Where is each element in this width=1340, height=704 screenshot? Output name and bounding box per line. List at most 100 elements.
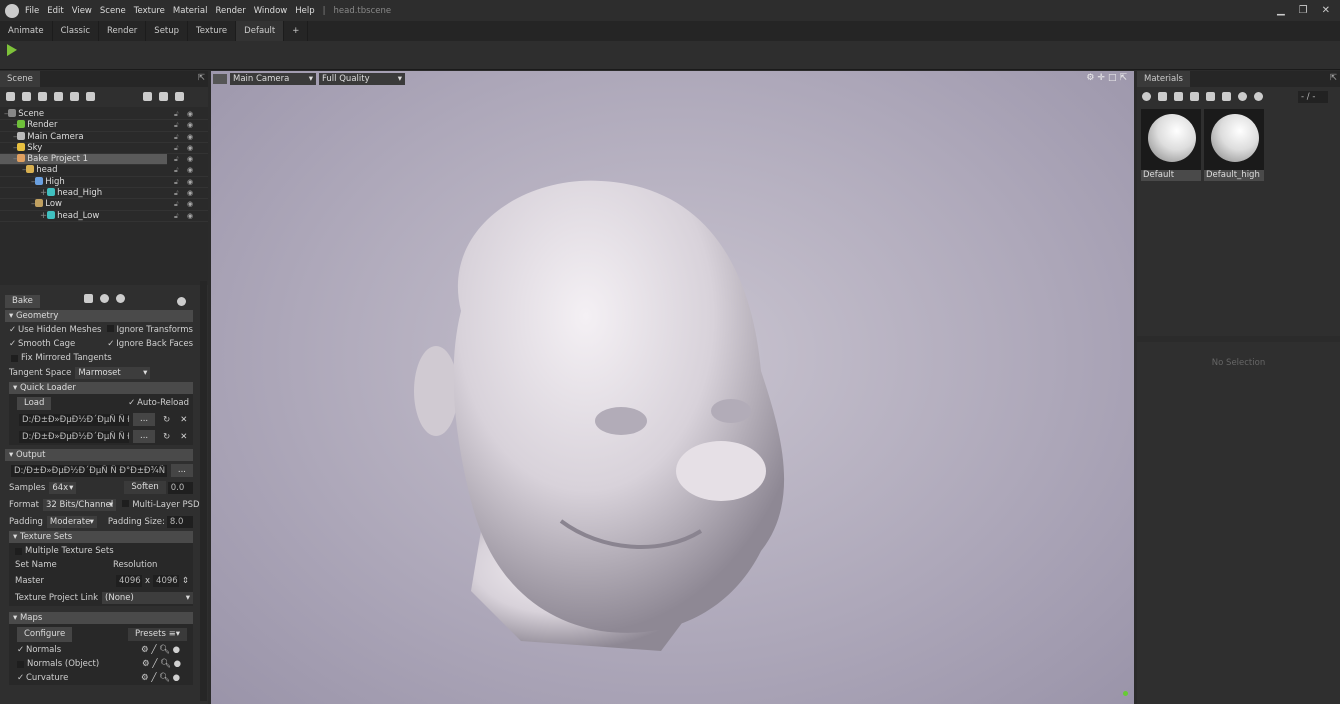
- lock-icon[interactable]: 🔓︎: [174, 177, 179, 188]
- output-path-field[interactable]: D:/Ð±Ð»ÐµÐ½Ð´ÐµÑ Ñ Ð°Ð±Ð¾Ñ Ñ: [11, 464, 167, 477]
- popout-icon[interactable]: ⇱: [1330, 73, 1337, 83]
- configure-button[interactable]: Configure: [17, 626, 73, 642]
- add-material-icon[interactable]: [1142, 92, 1151, 101]
- padding-size-field[interactable]: 8.0: [166, 515, 193, 528]
- gear-icon[interactable]: ⚙: [141, 671, 149, 685]
- duplicate-material-icon[interactable]: [1158, 92, 1167, 101]
- low-path-field[interactable]: D:/Ð±Ð»ÐµÐ½Ð´ÐµÑ Ñ Ð°: [19, 430, 129, 443]
- material-thumbnail[interactable]: Default: [1141, 109, 1201, 181]
- assign-icon[interactable]: [1238, 92, 1247, 101]
- search-icon[interactable]: 🔍︎: [160, 657, 171, 671]
- smooth-cage-checkbox[interactable]: ✓ Smooth Cage: [9, 337, 107, 351]
- visibility-icon[interactable]: ◉: [187, 143, 193, 154]
- tree-item[interactable]: + head_Low 🔓︎ ◉: [0, 210, 208, 222]
- tree-item[interactable]: – Render 🔓︎ ◉: [0, 120, 208, 132]
- folder-icon[interactable]: [142, 92, 152, 101]
- preview-icon[interactable]: [176, 296, 186, 306]
- maps-section[interactable]: ▾ Maps: [9, 612, 193, 624]
- tangent-space-dropdown[interactable]: Marmoset: [75, 367, 151, 379]
- select-icon[interactable]: [1254, 92, 1263, 101]
- lock-icon[interactable]: 🔓︎: [174, 199, 179, 210]
- preview-sphere-icon[interactable]: ●: [173, 643, 180, 657]
- texture-sets-section[interactable]: ▾ Texture Sets: [9, 531, 193, 543]
- add-light-icon[interactable]: [22, 92, 31, 101]
- map-item[interactable]: Normals (Object) ⚙ ╱ 🔍︎ ●: [9, 657, 193, 671]
- visibility-icon[interactable]: ◉: [187, 109, 193, 120]
- maximize-icon[interactable]: ❐: [1299, 5, 1308, 16]
- geometry-section[interactable]: ▾ Geometry: [5, 310, 193, 322]
- popout-icon[interactable]: ⇱: [1119, 73, 1130, 83]
- output-browse-button[interactable]: ...: [170, 464, 193, 477]
- edit-icon[interactable]: ╱: [151, 643, 156, 657]
- ignore-back-faces-checkbox[interactable]: ✓ Ignore Back Faces: [107, 337, 193, 351]
- lock-icon[interactable]: 🔓︎: [174, 211, 179, 222]
- preview-sphere-icon[interactable]: ●: [173, 671, 180, 685]
- map-checkbox[interactable]: [17, 660, 24, 668]
- visibility-icon[interactable]: ◉: [187, 188, 193, 199]
- menu-texture[interactable]: Texture: [134, 6, 165, 16]
- material-thumbnail[interactable]: Default_high: [1204, 109, 1264, 181]
- tree-item[interactable]: – Bake Project 1 🔓︎ ◉: [0, 154, 193, 166]
- auto-reload-checkbox[interactable]: ✓ Auto-Reload: [128, 396, 189, 410]
- use-hidden-checkbox[interactable]: ✓ Use Hidden Meshes: [9, 323, 107, 337]
- frame-icon[interactable]: □: [1108, 73, 1120, 83]
- search-icon[interactable]: 🔍︎: [159, 671, 170, 685]
- preview-sphere-icon[interactable]: ●: [174, 657, 181, 671]
- menu-help[interactable]: Help: [295, 6, 314, 16]
- high-path-field[interactable]: D:/Ð±Ð»ÐµÐ½Ð´ÐµÑ Ñ Ð°: [19, 413, 129, 426]
- tree-item[interactable]: – Sky 🔓︎ ◉: [0, 142, 208, 155]
- gear-icon[interactable]: ⚙: [142, 657, 150, 671]
- lock-icon[interactable]: 🔓︎: [174, 143, 179, 154]
- ignore-transforms-checkbox[interactable]: Ignore Transforms: [106, 323, 193, 337]
- high-icon[interactable]: [100, 294, 110, 303]
- checker-icon[interactable]: [1174, 92, 1183, 101]
- project-link-dropdown[interactable]: (None): [102, 591, 193, 604]
- output-section[interactable]: ▾ Output: [5, 449, 193, 461]
- trash-icon[interactable]: [174, 92, 184, 101]
- map-item[interactable]: ✓ Curvature ⚙ ╱ 🔍︎ ●: [9, 671, 193, 685]
- visibility-icon[interactable]: ◉: [187, 177, 193, 188]
- browse-button[interactable]: ...: [133, 413, 156, 426]
- format-dropdown[interactable]: 32 Bits/Channel: [42, 498, 117, 511]
- lock-icon[interactable]: 🔓︎: [174, 120, 179, 131]
- tree-item[interactable]: – Scene 🔓︎ ◉: [0, 109, 208, 121]
- add-tab-button[interactable]: +: [284, 21, 309, 41]
- visibility-icon[interactable]: ◉: [187, 132, 193, 143]
- quick-loader-section[interactable]: ▾ Quick Loader: [9, 382, 193, 394]
- tab-render[interactable]: Render: [99, 21, 147, 41]
- bake-to-icon[interactable]: [84, 294, 94, 303]
- reload-icon[interactable]: ↻: [163, 413, 170, 427]
- multiple-texture-sets-checkbox[interactable]: Multiple Texture Sets: [9, 544, 193, 558]
- presets-button[interactable]: Presets ≡▾: [127, 627, 187, 641]
- scrollbar[interactable]: [200, 281, 207, 701]
- tree-item[interactable]: – head 🔓︎ ◉: [0, 165, 208, 177]
- folder-icon[interactable]: [1190, 92, 1199, 101]
- tab-default[interactable]: Default: [236, 21, 285, 41]
- stepper-icon[interactable]: ⇕: [182, 574, 189, 588]
- search-icon[interactable]: 🔍︎: [159, 643, 170, 657]
- visibility-icon[interactable]: ◉: [187, 199, 193, 210]
- menu-file[interactable]: File: [25, 6, 39, 16]
- tab-texture[interactable]: Texture: [188, 21, 237, 41]
- remove-icon[interactable]: ✕: [180, 430, 187, 444]
- menu-edit[interactable]: Edit: [47, 6, 63, 16]
- settings-icon[interactable]: ⚙: [1086, 73, 1097, 83]
- resolution-height-field[interactable]: 4096: [153, 574, 180, 587]
- eyedropper-icon[interactable]: [1222, 92, 1231, 101]
- add-camera-icon[interactable]: [38, 92, 47, 101]
- map-item[interactable]: ✓ Normals ⚙ ╱ 🔍︎ ●: [9, 643, 193, 657]
- browse-button[interactable]: ...: [133, 430, 156, 443]
- tree-item[interactable]: – Low 🔓︎ ◉: [0, 199, 208, 211]
- trash-icon[interactable]: [1206, 92, 1215, 101]
- lock-icon[interactable]: 🔓︎: [174, 188, 179, 199]
- tab-classic[interactable]: Classic: [53, 21, 100, 41]
- fix-mirrored-checkbox[interactable]: Fix Mirrored Tangents: [5, 351, 193, 365]
- lock-icon[interactable]: 🔓︎: [174, 154, 179, 165]
- add-texture-project-icon[interactable]: [86, 92, 95, 101]
- add-mesh-icon[interactable]: [6, 92, 15, 101]
- visibility-icon[interactable]: ◉: [187, 211, 193, 222]
- camera-dropdown[interactable]: Main Camera: [230, 73, 316, 85]
- tab-animate[interactable]: Animate: [0, 21, 53, 41]
- visibility-icon[interactable]: ◉: [187, 120, 193, 131]
- add-bake-icon[interactable]: [70, 92, 79, 101]
